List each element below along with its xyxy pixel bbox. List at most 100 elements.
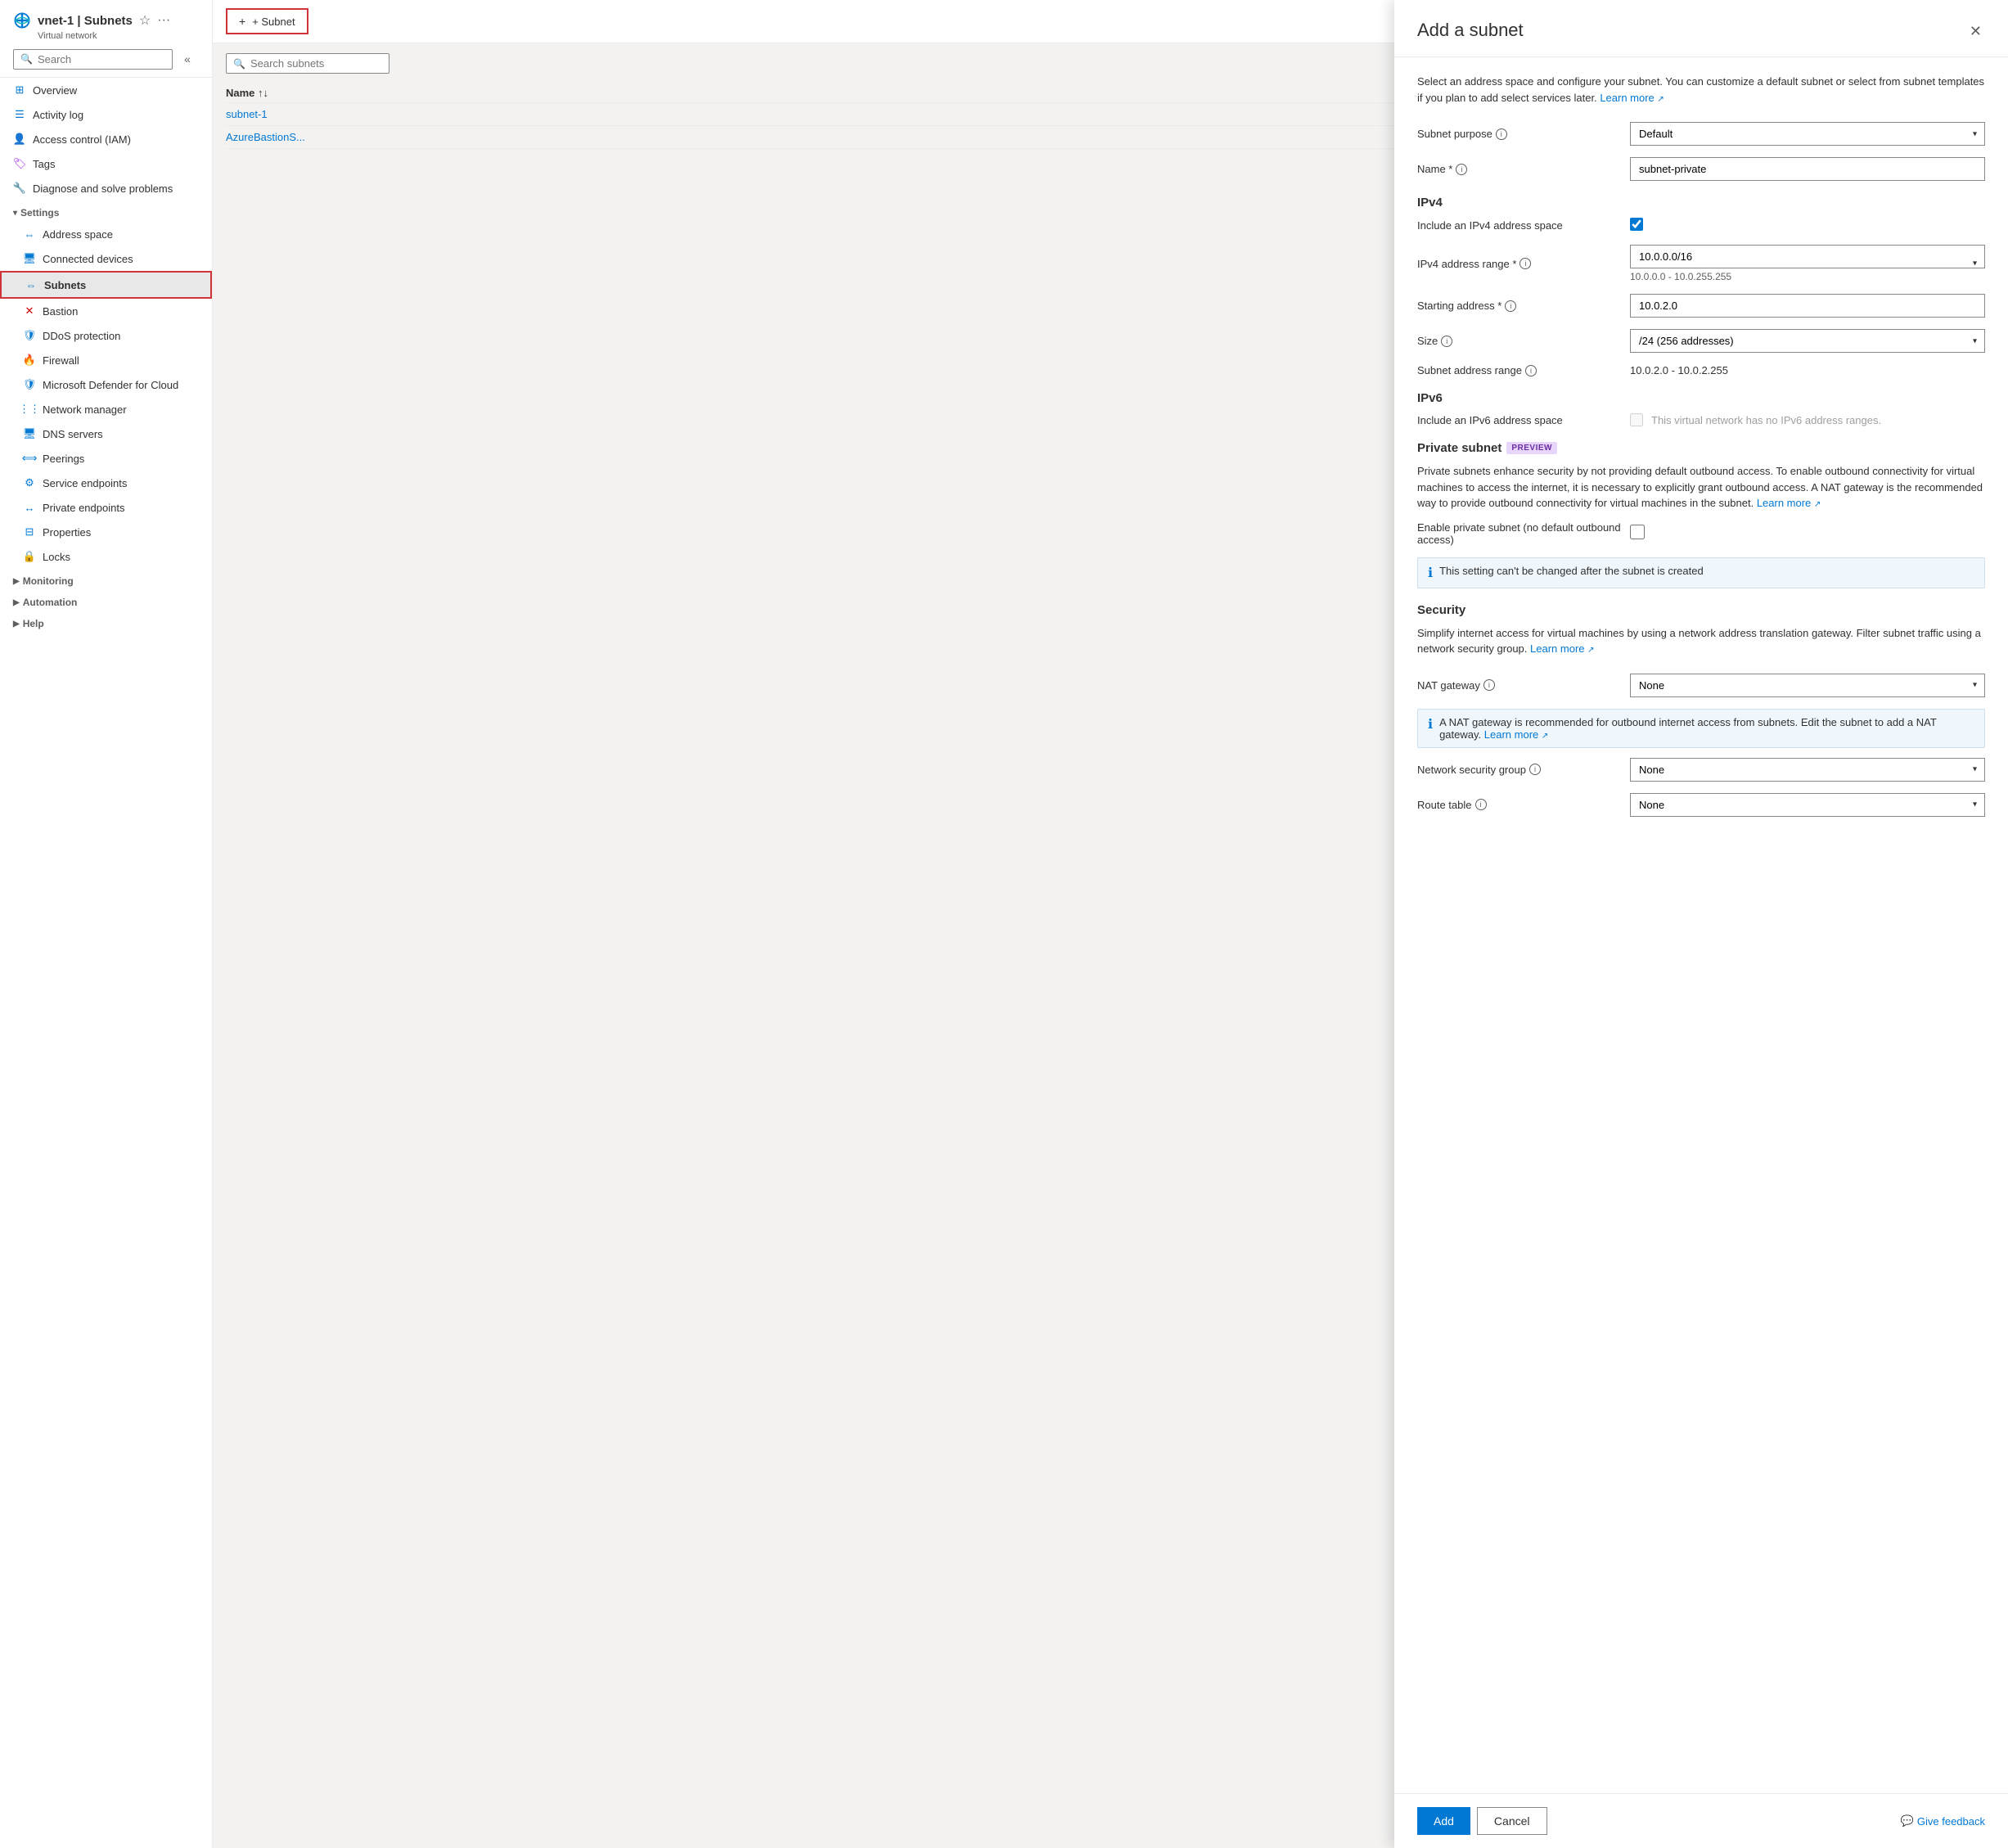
- route-table-info-icon[interactable]: i: [1475, 799, 1487, 810]
- cancel-button[interactable]: Cancel: [1477, 1807, 1547, 1835]
- connected-devices-icon: 🖥: [23, 252, 36, 265]
- sidebar-header: vnet-1 | Subnets ☆ ··· Virtual network 🔍…: [0, 0, 212, 78]
- panel-close-button[interactable]: ✕: [1966, 20, 1985, 43]
- nat-learn-more-link[interactable]: Learn more ↗: [1484, 728, 1549, 741]
- security-learn-more-link[interactable]: Learn more ↗: [1530, 642, 1595, 655]
- favorite-icon[interactable]: ☆: [139, 12, 151, 29]
- enable-private-checkbox[interactable]: [1630, 525, 1645, 539]
- nav-firewall[interactable]: 🔥 Firewall: [0, 348, 212, 372]
- add-subnet-button[interactable]: + + Subnet: [226, 8, 308, 34]
- sidebar-collapse-button[interactable]: «: [176, 47, 199, 70]
- panel-desc-text: Select an address space and configure yo…: [1417, 75, 1984, 104]
- ipv4-range-label: IPv4 address range * i: [1417, 258, 1630, 270]
- nav-network-manager-label: Network manager: [43, 403, 127, 416]
- nav-private-endpoints[interactable]: ↔ Private endpoints: [0, 495, 212, 520]
- include-ipv4-checkbox[interactable]: [1630, 218, 1643, 231]
- sidebar-title: vnet-1 | Subnets: [38, 14, 133, 28]
- nat-info-icon: ℹ: [1428, 716, 1433, 732]
- nav-service-endpoints[interactable]: ⚙ Service endpoints: [0, 471, 212, 495]
- nav-address-space-label: Address space: [43, 228, 113, 241]
- nav-peerings[interactable]: ⟺ Peerings: [0, 446, 212, 471]
- nav-properties[interactable]: ⊟ Properties: [0, 520, 212, 544]
- panel-learn-more-link[interactable]: Learn more ↗: [1600, 92, 1664, 104]
- enable-private-label: Enable private subnet (no default outbou…: [1417, 521, 1630, 546]
- subnet-range-value: 10.0.2.0 - 10.0.2.255: [1630, 364, 1985, 376]
- nav-activity-log[interactable]: ☰ Activity log: [0, 102, 212, 127]
- automation-section[interactable]: ▶ Automation: [0, 590, 212, 611]
- nav-subnets[interactable]: ⇔ Subnets: [0, 271, 212, 299]
- size-row: Size i /24 (256 addresses) ▾: [1417, 329, 1985, 353]
- search-subnets-box[interactable]: 🔍: [226, 53, 389, 74]
- add-button[interactable]: Add: [1417, 1807, 1470, 1835]
- nav-address-space[interactable]: ⇔ Address space: [0, 222, 212, 246]
- nat-gateway-info-icon[interactable]: i: [1483, 679, 1495, 691]
- network-manager-icon: ⋮⋮: [23, 403, 36, 416]
- size-info-icon[interactable]: i: [1441, 336, 1452, 347]
- nav-access-control-label: Access control (IAM): [33, 133, 131, 146]
- ipv4-range-row: IPv4 address range * i 10.0.0.0/16 ▾ 10.…: [1417, 245, 1985, 282]
- nav-bastion[interactable]: ✕ Bastion: [0, 299, 212, 323]
- sidebar-search-box[interactable]: 🔍: [13, 49, 173, 70]
- starting-address-info-icon[interactable]: i: [1505, 300, 1516, 312]
- nav-defender[interactable]: 🛡 Microsoft Defender for Cloud: [0, 372, 212, 397]
- nav-locks[interactable]: 🔒 Locks: [0, 544, 212, 569]
- nav-diagnose[interactable]: 🔧 Diagnose and solve problems: [0, 176, 212, 201]
- size-select[interactable]: /24 (256 addresses): [1630, 329, 1985, 353]
- name-row: Name * i: [1417, 157, 1985, 181]
- subnet-purpose-label: Subnet purpose i: [1417, 128, 1630, 140]
- search-subnets-input[interactable]: [250, 57, 373, 70]
- nav-overview[interactable]: ⊞ Overview: [0, 78, 212, 102]
- private-endpoints-icon: ↔: [23, 501, 36, 514]
- settings-section[interactable]: ▾ Settings: [0, 201, 212, 222]
- nav-firewall-label: Firewall: [43, 354, 79, 367]
- nav-locks-label: Locks: [43, 551, 70, 563]
- nav-access-control[interactable]: 👤 Access control (IAM): [0, 127, 212, 151]
- nav-tags[interactable]: 🏷 Tags: [0, 151, 212, 176]
- route-table-row: Route table i None ▾: [1417, 793, 1985, 817]
- nat-gateway-row: NAT gateway i None ▾: [1417, 674, 1985, 697]
- subnet-range-info-icon[interactable]: i: [1525, 365, 1537, 376]
- ipv4-range-info-icon[interactable]: i: [1520, 258, 1531, 269]
- route-table-select[interactable]: None: [1630, 793, 1985, 817]
- ipv6-disabled-text: This virtual network has no IPv6 address…: [1651, 414, 1881, 426]
- nat-gateway-select[interactable]: None: [1630, 674, 1985, 697]
- include-ipv6-control: This virtual network has no IPv6 address…: [1630, 413, 1985, 426]
- nav-properties-label: Properties: [43, 526, 91, 539]
- nsg-row: Network security group i None ▾: [1417, 758, 1985, 782]
- starting-address-control: [1630, 294, 1985, 318]
- nav-dns-servers[interactable]: 🖥 DNS servers: [0, 421, 212, 446]
- add-subnet-label: + Subnet: [252, 16, 295, 28]
- nat-info-box: ℹ A NAT gateway is recommended for outbo…: [1417, 709, 1985, 748]
- nsg-info-icon[interactable]: i: [1529, 764, 1541, 775]
- add-subnet-panel: Add a subnet ✕ Select an address space a…: [1394, 0, 2008, 1848]
- service-endpoints-icon: ⚙: [23, 476, 36, 489]
- name-info-icon[interactable]: i: [1456, 164, 1467, 175]
- subnet-purpose-info-icon[interactable]: i: [1496, 128, 1507, 140]
- more-icon[interactable]: ···: [157, 13, 170, 28]
- include-ipv4-row: Include an IPv4 address space: [1417, 218, 1985, 233]
- monitoring-section[interactable]: ▶ Monitoring: [0, 569, 212, 590]
- ipv4-range-select[interactable]: 10.0.0.0/16: [1630, 245, 1985, 268]
- ipv4-section-title: IPv4: [1417, 196, 1985, 210]
- help-section[interactable]: ▶ Help: [0, 611, 212, 633]
- automation-section-label: Automation: [23, 597, 78, 608]
- subnet-range-row: Subnet address range i 10.0.2.0 - 10.0.2…: [1417, 364, 1985, 376]
- private-learn-more-link[interactable]: Learn more ↗: [1757, 497, 1821, 509]
- nav-ddos[interactable]: 🛡 DDoS protection: [0, 323, 212, 348]
- give-feedback-link[interactable]: 💬 Give feedback: [1901, 1814, 1985, 1828]
- nat-learn-more-label: Learn more: [1484, 728, 1538, 741]
- size-label: Size i: [1417, 335, 1630, 347]
- footer-actions: Add Cancel: [1417, 1807, 1547, 1835]
- include-ipv6-checkbox[interactable]: [1630, 413, 1643, 426]
- nsg-select[interactable]: None: [1630, 758, 1985, 782]
- starting-address-input[interactable]: [1630, 294, 1985, 318]
- peerings-icon: ⟺: [23, 452, 36, 465]
- route-table-control: None ▾: [1630, 793, 1985, 817]
- nav-connected-devices[interactable]: 🖥 Connected devices: [0, 246, 212, 271]
- nav-network-manager[interactable]: ⋮⋮ Network manager: [0, 397, 212, 421]
- sidebar-search-input[interactable]: [38, 53, 165, 65]
- name-input[interactable]: [1630, 157, 1985, 181]
- size-control: /24 (256 addresses) ▾: [1630, 329, 1985, 353]
- subnet-purpose-select[interactable]: Default: [1630, 122, 1985, 146]
- nav-subnets-label: Subnets: [44, 279, 86, 291]
